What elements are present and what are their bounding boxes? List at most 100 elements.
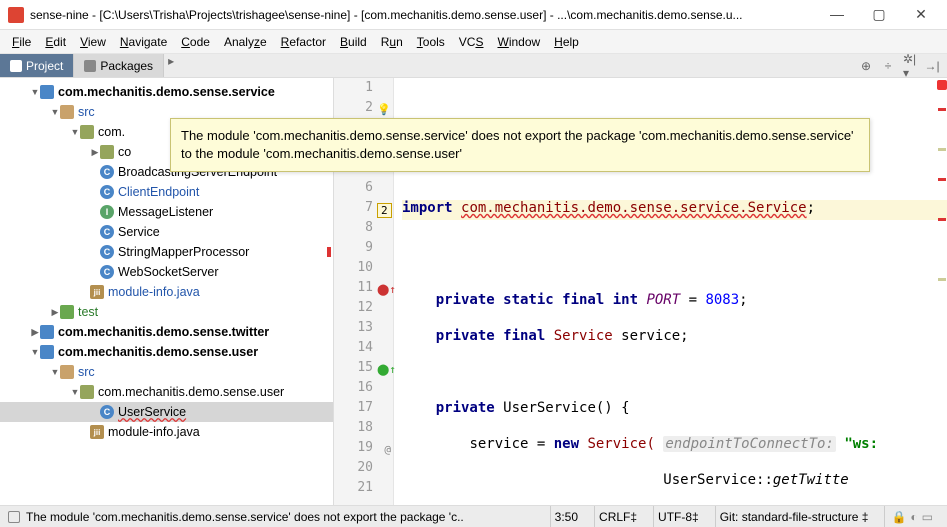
menu-refactor[interactable]: Refactor <box>275 33 332 51</box>
menu-edit[interactable]: Edit <box>39 33 72 51</box>
code-token: private final <box>436 328 554 344</box>
java-file-icon: jii <box>90 425 104 439</box>
code-token: service = <box>469 436 553 452</box>
code-token: PORT <box>646 292 680 308</box>
tree-module-service[interactable]: ▼com.mechanitis.demo.sense.service <box>0 82 333 102</box>
tree-svc[interactable]: CService <box>0 222 333 242</box>
tree-ml[interactable]: I MessageListener <box>0 202 333 222</box>
module-icon <box>40 85 54 99</box>
minimize-button[interactable]: — <box>825 6 849 23</box>
tree-module-user[interactable]: ▼com.mechanitis.demo.sense.user <box>0 342 333 362</box>
tree-label: MessageListener <box>118 205 213 219</box>
line-separator[interactable]: CRLF‡ <box>594 506 641 527</box>
folder-icon <box>60 305 74 319</box>
toolwindow-header: Project Packages ▸ ⊕ ÷ ✲|▾ →| <box>0 54 947 78</box>
packages-tab-label: Packages <box>100 59 153 73</box>
code-token: ; <box>739 292 747 308</box>
menu-vcs[interactable]: VCS <box>453 33 490 51</box>
scroll-markers[interactable] <box>937 78 947 505</box>
menu-file[interactable]: File <box>6 33 37 51</box>
processes-icon[interactable]: ▭ <box>920 510 935 524</box>
folder-icon <box>60 365 74 379</box>
tree-ce[interactable]: CClientEndpoint <box>0 182 333 202</box>
status-message: The module 'com.mechanitis.demo.sense.se… <box>26 510 464 524</box>
folder-icon <box>60 105 74 119</box>
tree-smp[interactable]: CStringMapperProcessor <box>0 242 333 262</box>
cursor-position[interactable]: 3:50 <box>550 506 582 527</box>
window-title: sense-nine - [C:\Users\Trisha\Projects\t… <box>30 8 825 22</box>
code-token: com.mechanitis.demo.sense.service.Servic… <box>461 200 807 216</box>
expand-icon[interactable]: ÷ <box>881 59 895 73</box>
class-icon: C <box>100 185 114 199</box>
tree-label: module-info.java <box>108 425 200 439</box>
app-icon <box>8 7 24 23</box>
git-branch[interactable]: Git: standard-file-structure ‡ <box>715 506 873 527</box>
at-icon: @ <box>377 443 391 457</box>
tree-label: src <box>78 105 95 119</box>
close-button[interactable]: ✕ <box>909 6 933 23</box>
toolwindow-dropdown[interactable]: ▸ <box>164 54 178 77</box>
menu-view[interactable]: View <box>74 33 112 51</box>
tree-label: com.mechanitis.demo.sense.user <box>58 345 258 359</box>
packages-icon <box>84 60 96 72</box>
code-token: UserService:: <box>663 472 773 488</box>
code-token: Service <box>554 328 613 344</box>
tree-label: co <box>118 145 131 159</box>
code-token: getTwitte <box>773 472 849 488</box>
project-icon <box>10 60 22 72</box>
gutter-badge[interactable]: 2 <box>377 203 391 217</box>
hide-icon[interactable]: →| <box>925 59 939 73</box>
maximize-button[interactable]: ▢ <box>867 6 891 23</box>
lock-icon[interactable]: 🔒 <box>889 510 908 524</box>
tree-label: com.mechanitis.demo.sense.user <box>98 385 284 399</box>
tree-label: com.mechanitis.demo.sense.twitter <box>58 325 269 339</box>
code-token: private static final int <box>436 292 647 308</box>
menu-window[interactable]: Window <box>491 33 546 51</box>
tree-userservice[interactable]: CUserService <box>0 402 333 422</box>
menu-code[interactable]: Code <box>175 33 216 51</box>
code-token: private <box>436 400 503 416</box>
menu-analyze[interactable]: Analyze <box>218 33 273 51</box>
project-tab-label: Project <box>26 59 63 73</box>
tree-label: WebSocketServer <box>118 265 219 279</box>
tree-label: com.mechanitis.demo.sense.service <box>58 85 275 99</box>
impl-up-icon[interactable]: ⬤↑ <box>377 363 391 377</box>
menu-help[interactable]: Help <box>548 33 585 51</box>
class-icon: C <box>100 405 114 419</box>
menu-bar: File Edit View Navigate Code Analyze Ref… <box>0 30 947 54</box>
project-tab[interactable]: Project <box>0 54 74 77</box>
menu-build[interactable]: Build <box>334 33 373 51</box>
code-token: UserService() { <box>503 400 629 416</box>
impl-up-icon[interactable]: ⬤↑ <box>377 283 391 297</box>
tree-modinfo2[interactable]: jii module-info.java <box>0 422 333 442</box>
error-tooltip: The module 'com.mechanitis.demo.sense.se… <box>170 118 870 172</box>
tree-label: com. <box>98 125 125 139</box>
class-icon: C <box>100 165 114 179</box>
tree-src2[interactable]: ▼src <box>0 362 333 382</box>
code-hint: endpointToConnectTo: <box>663 436 836 452</box>
interface-icon: I <box>100 205 114 219</box>
tree-test[interactable]: ▶test <box>0 302 333 322</box>
package-icon <box>100 145 114 159</box>
tree-label: module-info.java <box>108 285 200 299</box>
menu-run[interactable]: Run <box>375 33 409 51</box>
tree-wss[interactable]: CWebSocketServer <box>0 262 333 282</box>
error-marker <box>327 247 331 257</box>
file-encoding[interactable]: UTF-8‡ <box>653 506 703 527</box>
notifications-icon[interactable]: ◐ <box>908 510 919 524</box>
menu-navigate[interactable]: Navigate <box>114 33 173 51</box>
code-token: import <box>402 200 461 216</box>
tree-modinfo[interactable]: jii module-info.java <box>0 282 333 302</box>
tree-pkg-user[interactable]: ▼com.mechanitis.demo.sense.user <box>0 382 333 402</box>
status-bar: The module 'com.mechanitis.demo.sense.se… <box>0 505 947 527</box>
packages-tab[interactable]: Packages <box>74 54 164 77</box>
gear-icon[interactable]: ✲|▾ <box>903 59 917 73</box>
code-token: new <box>554 436 588 452</box>
java-file-icon: jii <box>90 285 104 299</box>
tree-module-twitter[interactable]: ▶com.mechanitis.demo.sense.twitter <box>0 322 333 342</box>
bulb-icon[interactable]: 💡 <box>377 103 391 117</box>
status-icon[interactable] <box>8 511 20 523</box>
class-icon: C <box>100 245 114 259</box>
collapse-icon[interactable]: ⊕ <box>859 59 873 73</box>
menu-tools[interactable]: Tools <box>411 33 451 51</box>
